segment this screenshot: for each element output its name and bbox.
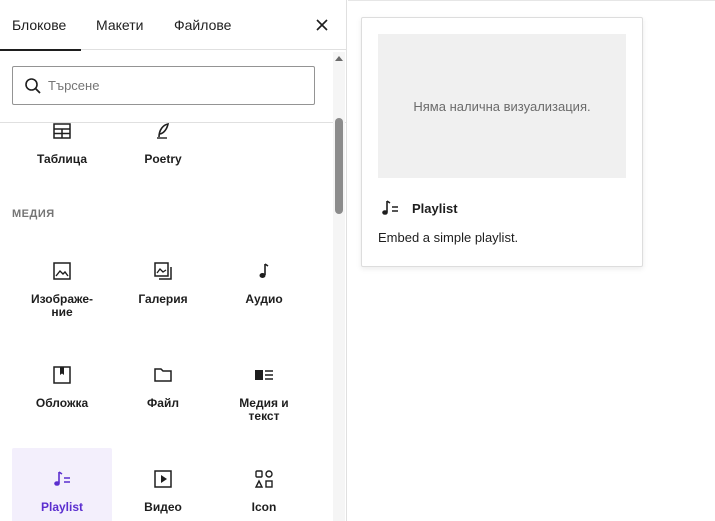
block-label: Icon — [251, 500, 277, 514]
block-item-media-text[interactable]: Медия и текст — [214, 363, 314, 443]
block-label: Аудио — [245, 292, 283, 306]
block-item-audio[interactable]: Аудио — [214, 259, 314, 339]
block-label: Обложка — [35, 396, 89, 410]
preview-title-row: Playlist — [380, 198, 458, 218]
block-item-playlist[interactable]: Playlist — [12, 448, 112, 521]
playlist-icon — [54, 471, 70, 486]
block-item-cover[interactable]: Обложка — [12, 363, 112, 443]
image-icon — [53, 262, 71, 280]
search-icon — [25, 78, 41, 94]
folder-icon — [154, 368, 172, 382]
table-icon — [53, 123, 71, 139]
no-preview-text: Няма налична визуализация. — [413, 98, 591, 114]
preview-title: Playlist — [412, 200, 458, 216]
search-box — [12, 66, 315, 105]
scrollbar-thumb[interactable] — [335, 118, 343, 214]
block-label: Видео — [144, 500, 182, 514]
preview-placeholder: Няма налична визуализация. — [378, 34, 626, 178]
block-item-image[interactable]: Изображе- ние — [12, 259, 112, 339]
block-inserter-panel: Блокове Макети Файлове Таблица Poetry МЕ… — [0, 0, 347, 521]
block-label: Галерия — [138, 292, 188, 306]
arrow-up-icon — [335, 56, 343, 61]
video-icon — [154, 470, 172, 488]
tab-blocks[interactable]: Блокове — [0, 0, 81, 51]
media-text-icon — [255, 370, 273, 380]
block-item-icon[interactable]: Icon — [214, 467, 314, 521]
block-item-poetry[interactable]: Poetry — [113, 123, 213, 179]
block-list: Таблица Poetry МЕДИЯ Изображе- ние Галер… — [0, 123, 333, 521]
audio-icon — [259, 263, 269, 278]
block-item-video[interactable]: Видео — [113, 467, 213, 521]
preview-description: Embed a simple playlist. — [378, 230, 519, 245]
category-title: МЕДИЯ — [12, 208, 55, 220]
close-button[interactable] — [310, 13, 334, 37]
icon-block-icon — [254, 470, 273, 488]
feather-icon — [157, 123, 170, 139]
close-icon — [316, 19, 328, 31]
block-label: Poetry — [144, 152, 182, 166]
block-item-file[interactable]: Файл — [113, 363, 213, 443]
block-label: Медия и текст — [239, 396, 289, 423]
search-input[interactable] — [48, 67, 308, 104]
gallery-icon — [154, 262, 172, 280]
block-label: Изображе- ние — [30, 292, 94, 319]
tab-patterns[interactable]: Макети — [96, 0, 143, 50]
block-label: Файл — [147, 396, 179, 410]
block-preview-card: Няма налична визуализация. Playlist Embe… — [361, 17, 643, 267]
block-item-table[interactable]: Таблица — [12, 123, 112, 179]
block-label: Таблица — [36, 152, 87, 166]
block-label: Playlist — [40, 500, 84, 514]
inserter-tabs: Блокове Макети Файлове — [0, 0, 346, 51]
scroll-up-button[interactable] — [333, 52, 345, 64]
tab-media[interactable]: Файлове — [174, 0, 231, 50]
cover-icon — [53, 366, 71, 384]
top-border — [348, 0, 715, 1]
block-item-gallery[interactable]: Галерия — [113, 259, 213, 339]
playlist-icon — [382, 200, 398, 215]
